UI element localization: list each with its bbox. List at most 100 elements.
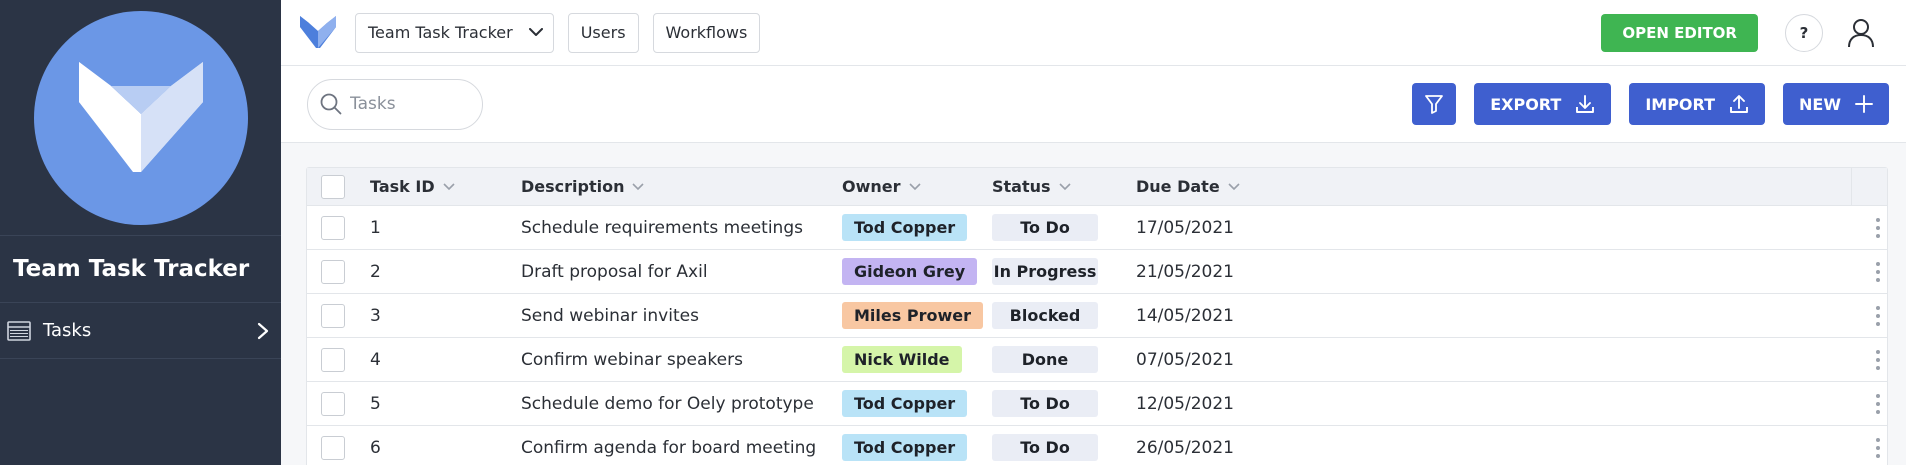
open-editor-button[interactable]: OPEN EDITOR bbox=[1601, 13, 1758, 52]
status-badge: In Progress bbox=[992, 258, 1098, 285]
table-icon bbox=[7, 320, 31, 341]
column-header-owner[interactable]: Owner bbox=[842, 177, 921, 196]
chevron-right-icon bbox=[257, 322, 269, 339]
owner-tag: Tod Copper bbox=[842, 434, 968, 461]
column-header-label: Due Date bbox=[1136, 177, 1220, 196]
select-all-checkbox[interactable] bbox=[321, 174, 345, 199]
tasks-table: Task ID Description Owner Status Due Dat… bbox=[306, 167, 1888, 465]
task-id-cell: 6 bbox=[370, 437, 381, 458]
owner-tag: Tod Copper bbox=[842, 390, 968, 417]
sort-chevron-icon bbox=[632, 182, 645, 190]
upload-icon bbox=[1730, 95, 1748, 113]
status-cell: To Do bbox=[992, 390, 1098, 417]
status-badge: To Do bbox=[992, 214, 1098, 241]
row-menu-button[interactable] bbox=[1868, 345, 1888, 375]
status-cell: In Progress bbox=[992, 258, 1098, 285]
kebab-menu-icon bbox=[1876, 305, 1880, 326]
new-button[interactable]: NEW bbox=[1783, 83, 1889, 125]
plus-icon bbox=[1855, 95, 1873, 113]
row-checkbox[interactable] bbox=[321, 435, 345, 460]
status-badge: To Do bbox=[992, 434, 1098, 461]
due-date-cell: 26/05/2021 bbox=[1136, 437, 1234, 458]
description-cell: Confirm agenda for board meeting bbox=[521, 437, 817, 458]
help-button[interactable]: ? bbox=[1785, 13, 1823, 52]
fox-logo-icon bbox=[78, 61, 203, 172]
table-row[interactable]: 1 Schedule requirements meetings Tod Cop… bbox=[307, 206, 1887, 250]
kebab-menu-icon bbox=[1876, 217, 1880, 238]
action-bar: EXPORT IMPORT NEW bbox=[281, 66, 1906, 143]
export-button-label: EXPORT bbox=[1490, 94, 1562, 114]
column-header-due-date[interactable]: Due Date bbox=[1136, 177, 1240, 196]
sidebar-item-label: Tasks bbox=[43, 320, 92, 341]
column-header-label: Description bbox=[521, 177, 625, 196]
sidebar: Team Task Tracker Tasks bbox=[0, 0, 281, 465]
kebab-menu-icon bbox=[1876, 393, 1880, 414]
sort-chevron-icon bbox=[1228, 182, 1240, 190]
logo-circle bbox=[33, 10, 248, 225]
new-button-label: NEW bbox=[1799, 94, 1841, 114]
due-date-cell: 21/05/2021 bbox=[1136, 261, 1234, 282]
status-cell: To Do bbox=[992, 214, 1098, 241]
app-selector-dropdown[interactable]: Team Task Tracker bbox=[355, 12, 554, 53]
table-row[interactable]: 3 Send webinar invites Miles Prower Bloc… bbox=[307, 294, 1887, 338]
task-id-cell: 1 bbox=[370, 217, 381, 238]
row-checkbox[interactable] bbox=[321, 391, 345, 416]
app-selector-label: Team Task Tracker bbox=[368, 23, 513, 42]
search-box[interactable] bbox=[307, 78, 483, 130]
task-id-cell: 3 bbox=[370, 305, 381, 326]
task-id-cell: 5 bbox=[370, 393, 381, 414]
row-checkbox[interactable] bbox=[321, 303, 345, 328]
column-header-task-id[interactable]: Task ID bbox=[370, 177, 455, 196]
import-button[interactable]: IMPORT bbox=[1629, 83, 1766, 125]
row-checkbox[interactable] bbox=[321, 215, 345, 240]
sidebar-logo bbox=[0, 0, 281, 236]
owner-tag: Gideon Grey bbox=[842, 258, 978, 285]
kebab-menu-icon bbox=[1876, 349, 1880, 370]
sort-chevron-icon bbox=[443, 182, 455, 190]
table-row[interactable]: 2 Draft proposal for Axil Gideon Grey In… bbox=[307, 250, 1887, 294]
table-header-row: Task ID Description Owner Status Due Dat… bbox=[307, 168, 1887, 206]
row-menu-button[interactable] bbox=[1868, 257, 1888, 287]
owner-cell: Tod Copper bbox=[842, 214, 968, 241]
column-header-status[interactable]: Status bbox=[992, 177, 1071, 196]
owner-cell: Nick Wilde bbox=[842, 346, 962, 373]
row-checkbox[interactable] bbox=[321, 347, 345, 372]
sidebar-item-tasks[interactable]: Tasks bbox=[0, 303, 281, 359]
due-date-cell: 12/05/2021 bbox=[1136, 393, 1234, 414]
status-cell: To Do bbox=[992, 434, 1098, 461]
users-button[interactable]: Users bbox=[567, 12, 639, 53]
status-cell: Blocked bbox=[992, 302, 1098, 329]
owner-cell: Gideon Grey bbox=[842, 258, 978, 285]
user-account-button[interactable] bbox=[1845, 17, 1877, 49]
row-checkbox[interactable] bbox=[321, 259, 345, 284]
owner-cell: Miles Prower bbox=[842, 302, 983, 329]
description-cell: Schedule demo for Oely prototype bbox=[521, 393, 814, 414]
search-input[interactable] bbox=[350, 94, 470, 114]
task-id-cell: 2 bbox=[370, 261, 381, 282]
table-row[interactable]: 4 Confirm webinar speakers Nick Wilde Do… bbox=[307, 338, 1887, 382]
header-divider bbox=[1851, 168, 1852, 206]
row-menu-button[interactable] bbox=[1868, 301, 1888, 331]
top-bar: Team Task Tracker Users Workflows OPEN E… bbox=[281, 0, 1906, 66]
owner-cell: Tod Copper bbox=[842, 434, 968, 461]
export-button[interactable]: EXPORT bbox=[1474, 83, 1612, 125]
row-menu-button[interactable] bbox=[1868, 389, 1888, 419]
kebab-menu-icon bbox=[1876, 437, 1880, 458]
filter-button[interactable] bbox=[1412, 83, 1457, 125]
table-row[interactable]: 5 Schedule demo for Oely prototype Tod C… bbox=[307, 382, 1887, 426]
table-row[interactable]: 6 Confirm agenda for board meeting Tod C… bbox=[307, 426, 1887, 465]
search-icon bbox=[320, 93, 342, 115]
sidebar-app-name: Team Task Tracker bbox=[0, 236, 281, 303]
workflows-button[interactable]: Workflows bbox=[652, 12, 761, 53]
owner-tag: Miles Prower bbox=[842, 302, 983, 329]
row-menu-button[interactable] bbox=[1868, 433, 1888, 463]
column-header-description[interactable]: Description bbox=[521, 177, 645, 196]
row-menu-button[interactable] bbox=[1868, 213, 1888, 243]
column-header-label: Status bbox=[992, 177, 1051, 196]
description-cell: Send webinar invites bbox=[521, 305, 699, 326]
description-cell: Draft proposal for Axil bbox=[521, 261, 708, 282]
due-date-cell: 17/05/2021 bbox=[1136, 217, 1234, 238]
download-icon bbox=[1576, 95, 1595, 113]
fox-logo-icon[interactable] bbox=[298, 13, 338, 53]
filter-icon bbox=[1425, 95, 1444, 114]
